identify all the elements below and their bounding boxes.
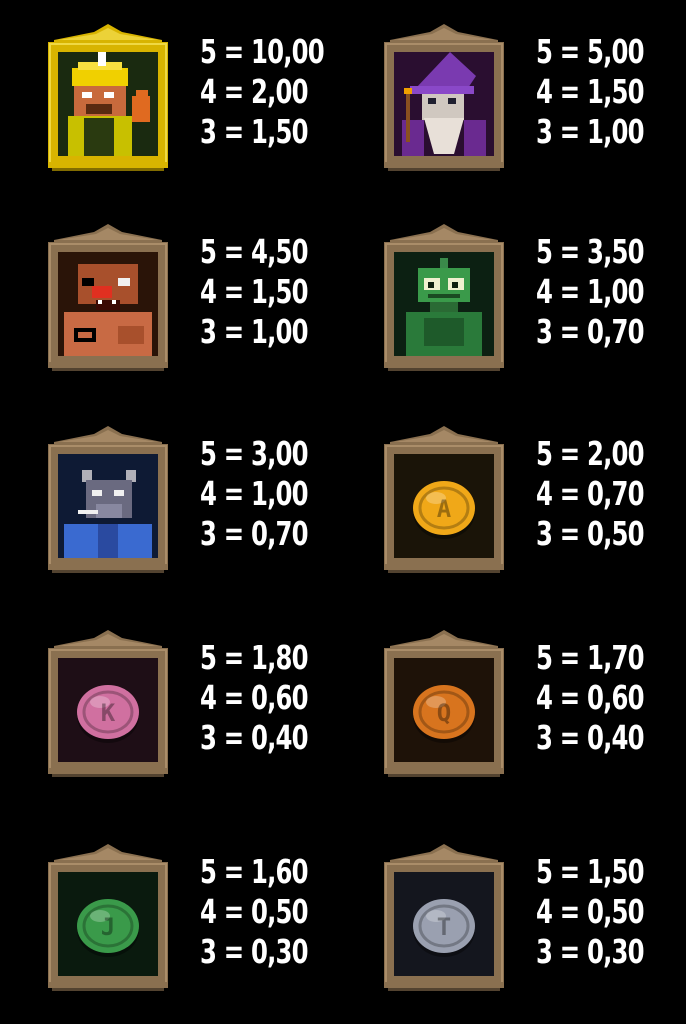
payout-line: 3 = 0,40 <box>200 718 309 757</box>
payout-line: 4 = 1,00 <box>200 474 309 513</box>
payout-line: 5 = 4,50 <box>200 232 309 271</box>
svg-text:Q: Q <box>437 699 451 727</box>
payout-line: 3 = 0,30 <box>200 932 309 971</box>
payout-line: 4 = 1,00 <box>536 272 645 311</box>
symbol-frame <box>48 22 168 172</box>
coin-t-icon: T <box>413 899 475 957</box>
svg-text:T: T <box>437 913 451 941</box>
symbol-frame: K <box>48 628 168 778</box>
symbol-frame <box>48 424 168 574</box>
paytable-entry-coin-q: Q 5 = 1,70 4 = 0,60 3 = 0,40 <box>384 628 686 788</box>
payout-list: 5 = 3,00 4 = 1,00 3 = 0,70 <box>200 434 309 554</box>
payout-list: 5 = 1,70 4 = 0,60 3 = 0,40 <box>536 638 645 758</box>
svg-text:J: J <box>101 913 115 941</box>
coin-a-icon: A <box>413 481 475 539</box>
payout-line: 3 = 1,50 <box>200 112 309 151</box>
coin-k-icon: K <box>77 685 139 743</box>
paytable-entry-coin-t: T 5 = 1,50 4 = 0,50 3 = 0,30 <box>384 842 686 1002</box>
payout-list: 5 = 10,00 4 = 2,00 3 = 1,50 <box>200 32 325 152</box>
paytable-entry-miner: 5 = 10,00 4 = 2,00 3 = 1,50 <box>48 22 378 182</box>
payout-line: 3 = 1,00 <box>536 112 645 151</box>
payout-line: 5 = 10,00 <box>200 32 325 71</box>
payout-line: 4 = 0,50 <box>536 892 645 931</box>
payout-line: 3 = 0,40 <box>536 718 645 757</box>
payout-line: 3 = 0,50 <box>536 514 645 553</box>
payout-line: 4 = 0,60 <box>536 678 645 717</box>
payout-line: 4 = 1,50 <box>536 72 645 111</box>
payout-list: 5 = 5,00 4 = 1,50 3 = 1,00 <box>536 32 645 152</box>
symbol-frame: J <box>48 842 168 992</box>
paytable-entry-coin-a: A 5 = 2,00 4 = 0,70 3 = 0,50 <box>384 424 686 584</box>
symbol-frame <box>384 22 504 172</box>
payout-line: 5 = 1,70 <box>536 638 645 677</box>
payout-list: 5 = 4,50 4 = 1,50 3 = 1,00 <box>200 232 309 352</box>
payout-line: 5 = 5,00 <box>536 32 645 71</box>
payout-list: 5 = 1,80 4 = 0,60 3 = 0,40 <box>200 638 309 758</box>
symbol-frame: Q <box>384 628 504 778</box>
payout-line: 3 = 1,00 <box>200 312 309 351</box>
payout-line: 5 = 1,50 <box>536 852 645 891</box>
svg-text:K: K <box>101 699 116 727</box>
payout-line: 4 = 1,50 <box>200 272 309 311</box>
payout-list: 5 = 1,60 4 = 0,50 3 = 0,30 <box>200 852 309 972</box>
payout-line: 3 = 0,70 <box>536 312 645 351</box>
paytable-entry-ogre: 5 = 4,50 4 = 1,50 3 = 1,00 <box>48 222 378 382</box>
paytable-entry-coin-k: K 5 = 1,80 4 = 0,60 3 = 0,40 <box>48 628 378 788</box>
payout-list: 5 = 1,50 4 = 0,50 3 = 0,30 <box>536 852 645 972</box>
payout-line: 5 = 3,50 <box>536 232 645 271</box>
payout-line: 3 = 0,70 <box>200 514 309 553</box>
coin-q-icon: Q <box>413 685 475 743</box>
paytable-entry-wizard: 5 = 5,00 4 = 1,50 3 = 1,00 <box>384 22 686 182</box>
payout-line: 4 = 0,50 <box>200 892 309 931</box>
payout-line: 4 = 0,60 <box>200 678 309 717</box>
symbol-frame: T <box>384 842 504 992</box>
coin-j-icon: J <box>77 899 139 957</box>
paytable-entry-robot: 5 = 3,50 4 = 1,00 3 = 0,70 <box>384 222 686 382</box>
payout-line: 5 = 2,00 <box>536 434 645 473</box>
payout-line: 3 = 0,30 <box>536 932 645 971</box>
paytable-entry-coin-j: J 5 = 1,60 4 = 0,50 3 = 0,30 <box>48 842 378 1002</box>
symbol-frame: A <box>384 424 504 574</box>
symbol-frame <box>384 222 504 372</box>
payout-list: 5 = 3,50 4 = 1,00 3 = 0,70 <box>536 232 645 352</box>
payout-line: 5 = 1,60 <box>200 852 309 891</box>
payout-line: 4 = 2,00 <box>200 72 309 111</box>
paytable-entry-goat: 5 = 3,00 4 = 1,00 3 = 0,70 <box>48 424 378 584</box>
svg-text:A: A <box>437 495 452 523</box>
payout-line: 4 = 0,70 <box>536 474 645 513</box>
payout-list: 5 = 2,00 4 = 0,70 3 = 0,50 <box>536 434 645 554</box>
payout-line: 5 = 3,00 <box>200 434 309 473</box>
payout-line: 5 = 1,80 <box>200 638 309 677</box>
symbol-frame <box>48 222 168 372</box>
